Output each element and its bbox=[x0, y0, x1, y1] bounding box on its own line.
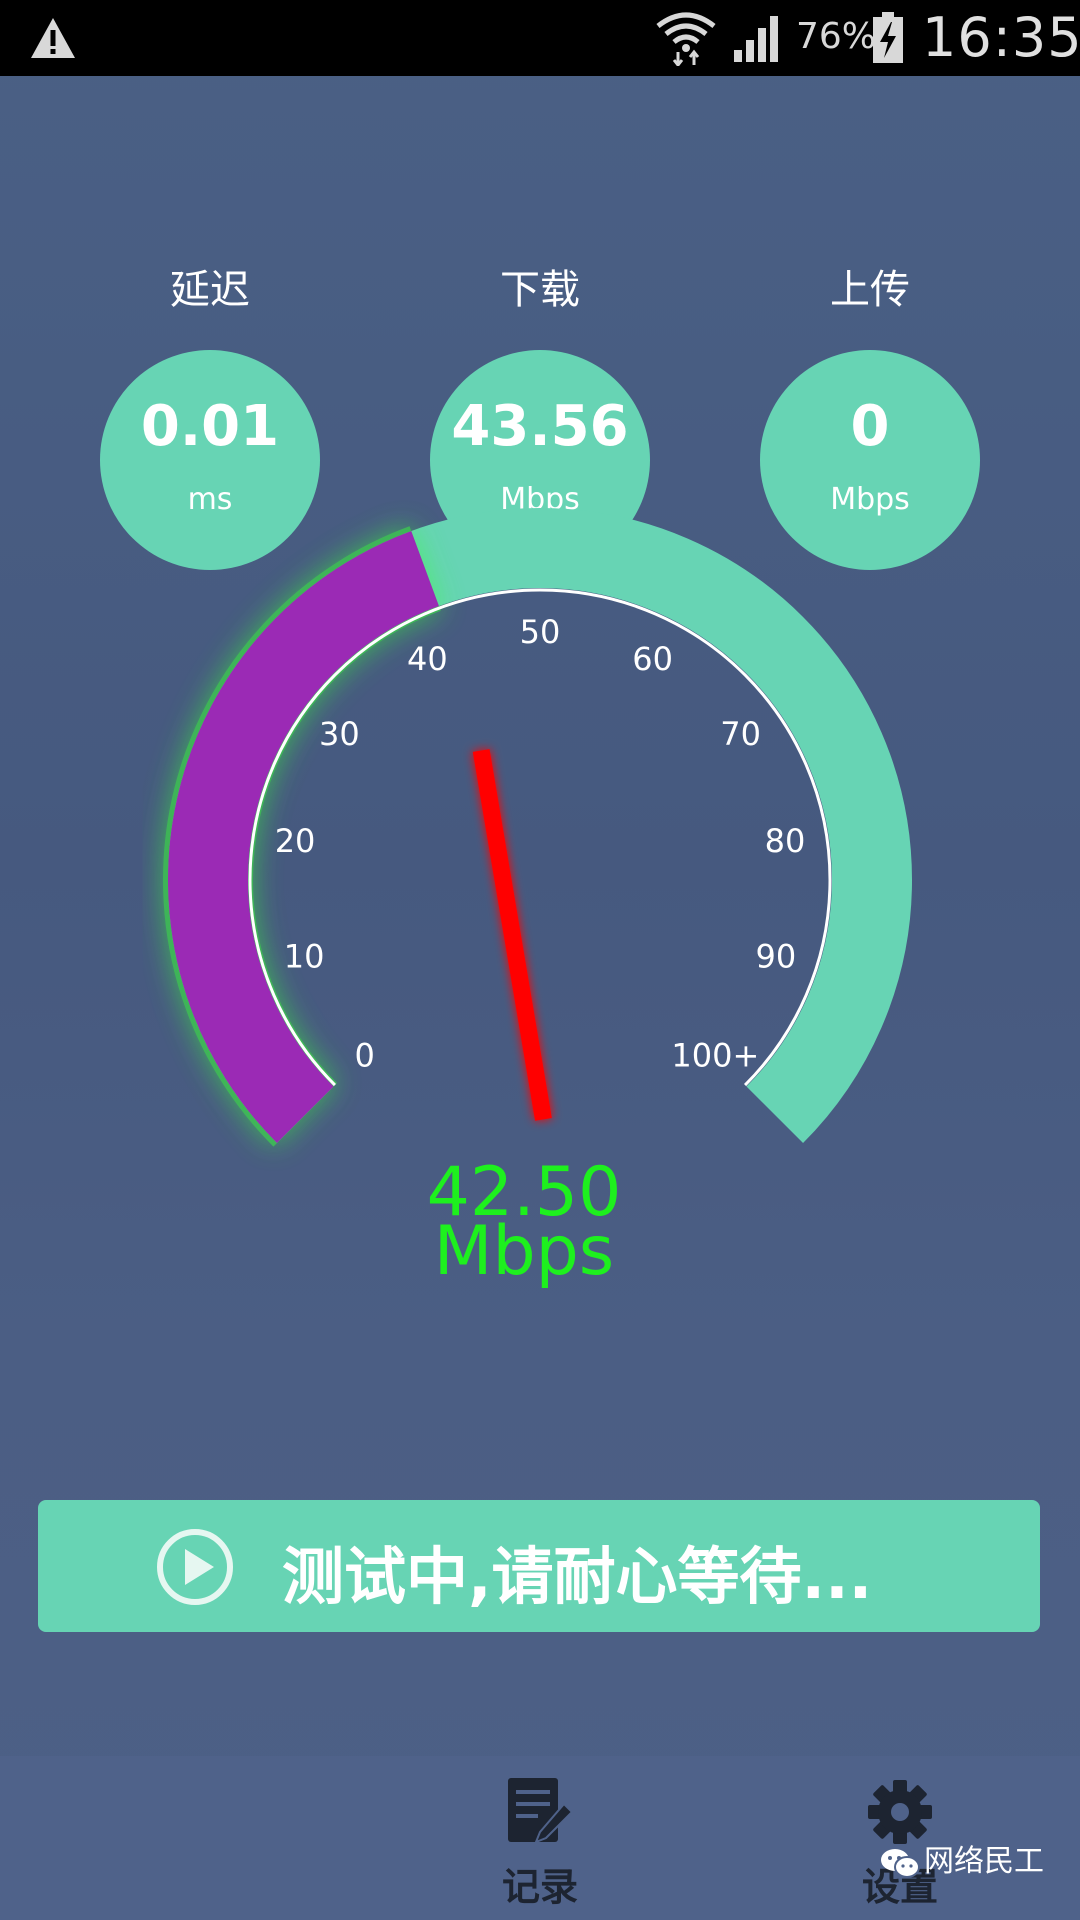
metric-upload: 上传 0 Mbps bbox=[760, 262, 980, 570]
metric-latency: 延迟 0.01 ms bbox=[100, 262, 320, 570]
metric-latency-circle: 0.01 ms bbox=[100, 350, 320, 570]
wechat-icon bbox=[881, 1848, 920, 1878]
gauge-tick-label: 60 bbox=[632, 640, 673, 678]
gauge-tick-label: 90 bbox=[756, 938, 797, 976]
speed-test-screen: 76% 16:35 延迟 0.01 ms 下载 43.56 Mbps 上传 0 … bbox=[0, 0, 1080, 1920]
nav-label-record: 记录 bbox=[501, 1865, 578, 1909]
metric-download-circle: 43.56 Mbps bbox=[430, 350, 650, 570]
gauge-progress-arc bbox=[168, 531, 440, 1144]
gauge-scale-line bbox=[248, 588, 832, 1087]
metric-latency-unit: ms bbox=[187, 482, 233, 517]
gauge-tick-label: 20 bbox=[275, 822, 316, 860]
metric-upload-unit: Mbps bbox=[830, 482, 910, 517]
metric-download: 下载 43.56 Mbps bbox=[430, 262, 650, 570]
test-status-text: 测试中,请耐心等待... bbox=[282, 1540, 873, 1613]
gauge-tick-label: 50 bbox=[520, 613, 561, 651]
watermark-text: 网络民工 bbox=[924, 1844, 1044, 1879]
metric-upload-value: 0 bbox=[850, 394, 890, 459]
battery-charging-icon bbox=[873, 12, 903, 63]
gauge-tick-label: 30 bbox=[319, 715, 360, 753]
metric-latency-value: 0.01 bbox=[140, 394, 280, 459]
status-bar: 76% 16:35 bbox=[0, 0, 1080, 76]
play-icon bbox=[157, 1529, 233, 1605]
gauge-needle bbox=[472, 749, 552, 1121]
battery-percent: 76% bbox=[796, 16, 877, 57]
status-clock: 16:35 bbox=[922, 6, 1080, 69]
metric-download-label: 下载 bbox=[500, 267, 580, 313]
gauge-tick-label: 70 bbox=[720, 715, 761, 753]
signal-icon bbox=[734, 16, 778, 62]
nav-item-record[interactable]: 记录 bbox=[460, 1774, 620, 1911]
record-icon bbox=[508, 1778, 574, 1844]
watermark: 网络民工 bbox=[880, 1836, 1044, 1880]
gauge-track-arc bbox=[168, 508, 912, 1143]
metric-latency-label: 延迟 bbox=[170, 267, 250, 313]
test-status-button[interactable]: 测试中,请耐心等待... bbox=[38, 1500, 1040, 1632]
metric-download-unit: Mbps bbox=[500, 482, 580, 517]
metric-download-value: 43.56 bbox=[451, 394, 629, 459]
gauge-tick-label: 0 bbox=[354, 1036, 374, 1074]
gauge-readout-value: 42.50 bbox=[427, 1153, 622, 1232]
gauge-tick-label: 80 bbox=[765, 822, 806, 860]
gauge-tick-label: 100+ bbox=[671, 1036, 759, 1074]
gauge-tick-label: 10 bbox=[284, 938, 325, 976]
gauge-readout-unit: Mbps bbox=[434, 1212, 614, 1291]
gauge-tick-label: 40 bbox=[407, 640, 448, 678]
metric-upload-circle: 0 Mbps bbox=[760, 350, 980, 570]
warning-icon bbox=[31, 18, 75, 58]
wifi-icon bbox=[656, 12, 716, 66]
metric-upload-label: 上传 bbox=[830, 267, 910, 313]
gauge-progress-glow bbox=[163, 526, 442, 1147]
